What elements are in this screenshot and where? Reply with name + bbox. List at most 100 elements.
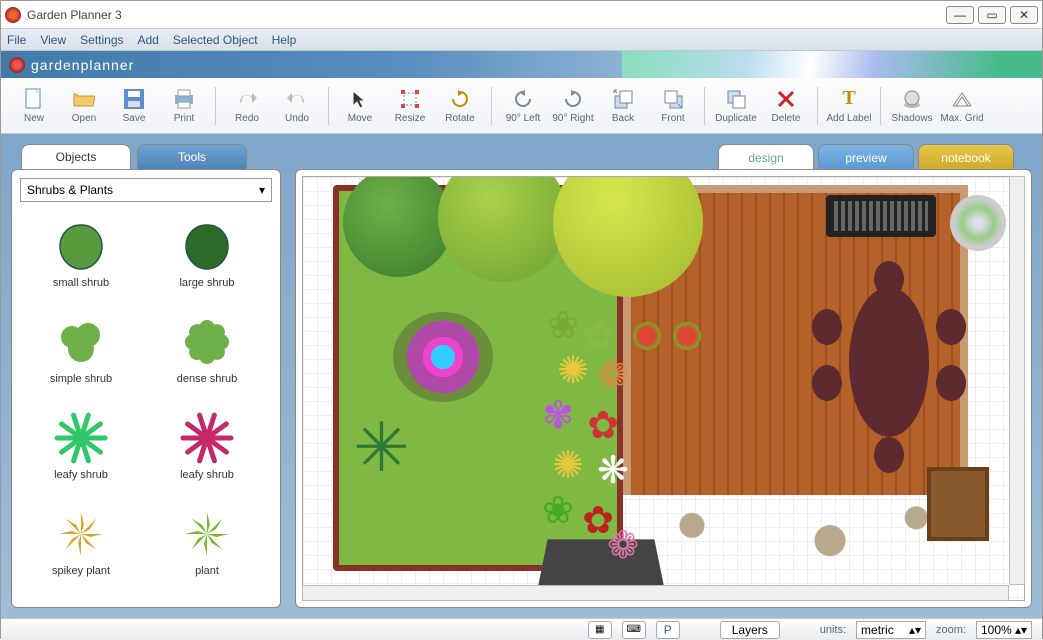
tab-tools[interactable]: Tools (137, 144, 247, 170)
toolbar-divider (817, 87, 818, 125)
app-icon (5, 7, 21, 23)
zoom-label: zoom: (936, 624, 966, 636)
objects-panel: Shrubs & Plants ▾ small shrub large shrub… (11, 169, 281, 608)
plant-icon (180, 411, 234, 465)
canvas-frame: ❀ ✿ ✺ ❁ ✾ ✿ ✺ ❋ ❀ ✿ ❁ (295, 169, 1032, 608)
tab-notebook[interactable]: notebook (918, 144, 1014, 170)
ruler-toggle-button[interactable]: ⌨ (622, 621, 646, 639)
stone-path[interactable] (623, 495, 968, 571)
plant-object[interactable] (950, 195, 1006, 251)
p-toggle-button[interactable]: P (656, 621, 680, 639)
delete-button[interactable]: Delete (763, 81, 809, 131)
palette-label: large shrub (179, 277, 234, 289)
category-select[interactable]: Shrubs & Plants ▾ (20, 178, 272, 202)
palette-item[interactable]: leafy shrub (146, 400, 268, 492)
grid-toggle-button[interactable]: ▦ (588, 621, 612, 639)
toolbar: New Open Save Print Redo Undo Move Resiz… (1, 78, 1042, 134)
vertical-scrollbar[interactable] (1009, 176, 1025, 585)
menu-file[interactable]: File (7, 33, 26, 47)
cursor-icon (349, 88, 371, 110)
design-canvas[interactable]: ❀ ✿ ✺ ❁ ✾ ✿ ✺ ❋ ❀ ✿ ❁ (302, 176, 1025, 601)
menu-selected-object[interactable]: Selected Object (173, 33, 258, 47)
resize-button[interactable]: Resize (387, 81, 433, 131)
chair-object[interactable] (812, 365, 842, 401)
shadows-icon (901, 88, 923, 110)
units-label: units: (820, 624, 846, 636)
pot-plant-object[interactable] (673, 322, 701, 350)
zoom-select[interactable]: 100%▴▾ (976, 621, 1032, 639)
new-button[interactable]: New (11, 81, 57, 131)
palette-label: simple shrub (50, 373, 112, 385)
print-button[interactable]: Print (161, 81, 207, 131)
bench-object[interactable] (927, 467, 989, 541)
table-object[interactable] (849, 287, 929, 437)
move-button[interactable]: Move (337, 81, 383, 131)
chair-object[interactable] (936, 309, 966, 345)
layers-button[interactable]: Layers (720, 621, 780, 639)
title-bar: Garden Planner 3 — ▭ ✕ (1, 1, 1042, 29)
menu-help[interactable]: Help (272, 33, 297, 47)
front-button[interactable]: Front (650, 81, 696, 131)
undo-button[interactable]: Undo (274, 81, 320, 131)
brand-name: gardenplanner (31, 57, 134, 73)
palette-item[interactable]: simple shrub (20, 304, 142, 396)
tab-preview[interactable]: preview (818, 144, 914, 170)
send-back-icon (612, 88, 634, 110)
rotate-left-button[interactable]: 90° Left (500, 81, 546, 131)
menu-settings[interactable]: Settings (80, 33, 123, 47)
chair-object[interactable] (812, 309, 842, 345)
palette-label: dense shrub (177, 373, 238, 385)
palette-item[interactable]: large shrub (146, 208, 268, 300)
palette-item[interactable]: leafy shrub (20, 400, 142, 492)
fountain-object[interactable] (393, 312, 493, 402)
canvas-tabs: design preview notebook (295, 144, 1032, 170)
palette-label: plant (195, 565, 219, 577)
palette-label: small shrub (53, 277, 109, 289)
palette-item[interactable]: spikey plant (20, 496, 142, 588)
chair-object[interactable] (936, 365, 966, 401)
add-label-button[interactable]: TAdd Label (826, 81, 872, 131)
minimize-button[interactable]: — (946, 6, 974, 24)
toolbar-divider (704, 87, 705, 125)
max-grid-button[interactable]: Max. Grid (939, 81, 985, 131)
side-tabs: Objects Tools (11, 144, 281, 170)
rotate-button[interactable]: Rotate (437, 81, 483, 131)
rotate-right-icon (562, 88, 584, 110)
close-button[interactable]: ✕ (1010, 6, 1038, 24)
palette-item[interactable]: plant (146, 496, 268, 588)
redo-icon (236, 88, 258, 110)
maximize-button[interactable]: ▭ (978, 6, 1006, 24)
open-button[interactable]: Open (61, 81, 107, 131)
menu-add[interactable]: Add (138, 33, 159, 47)
menu-view[interactable]: View (40, 33, 66, 47)
tab-design[interactable]: design (718, 144, 814, 170)
object-grid[interactable]: small shrub large shrub simple shrub dense … (20, 208, 272, 599)
dropdown-icon: ▾ (259, 183, 265, 197)
chair-object[interactable] (874, 437, 904, 473)
duplicate-button[interactable]: Duplicate (713, 81, 759, 131)
tab-objects[interactable]: Objects (21, 144, 131, 170)
palette-label: leafy shrub (180, 469, 234, 481)
delete-icon (775, 88, 797, 110)
chair-object[interactable] (874, 261, 904, 297)
plant-icon (54, 507, 108, 561)
flower-bed[interactable]: ❀ ✿ ✺ ❁ ✾ ✿ ✺ ❋ ❀ ✿ ❁ (521, 307, 651, 567)
toolbar-divider (328, 87, 329, 125)
save-button[interactable]: Save (111, 81, 157, 131)
redo-button[interactable]: Redo (224, 81, 270, 131)
shadows-button[interactable]: Shadows (889, 81, 935, 131)
resize-icon (399, 88, 421, 110)
grill-object[interactable] (826, 195, 936, 237)
horizontal-scrollbar[interactable] (302, 585, 1009, 601)
back-button[interactable]: Back (600, 81, 646, 131)
palette-item[interactable]: dense shrub (146, 304, 268, 396)
units-select[interactable]: metric▴▾ (856, 621, 926, 639)
floppy-icon (123, 88, 145, 110)
rotate-right-button[interactable]: 90° Right (550, 81, 596, 131)
grid-icon (951, 88, 973, 110)
toolbar-divider (215, 87, 216, 125)
duplicate-icon (725, 88, 747, 110)
palette-item[interactable]: small shrub (20, 208, 142, 300)
window-title: Garden Planner 3 (27, 8, 942, 22)
shrub-object[interactable] (353, 427, 423, 497)
